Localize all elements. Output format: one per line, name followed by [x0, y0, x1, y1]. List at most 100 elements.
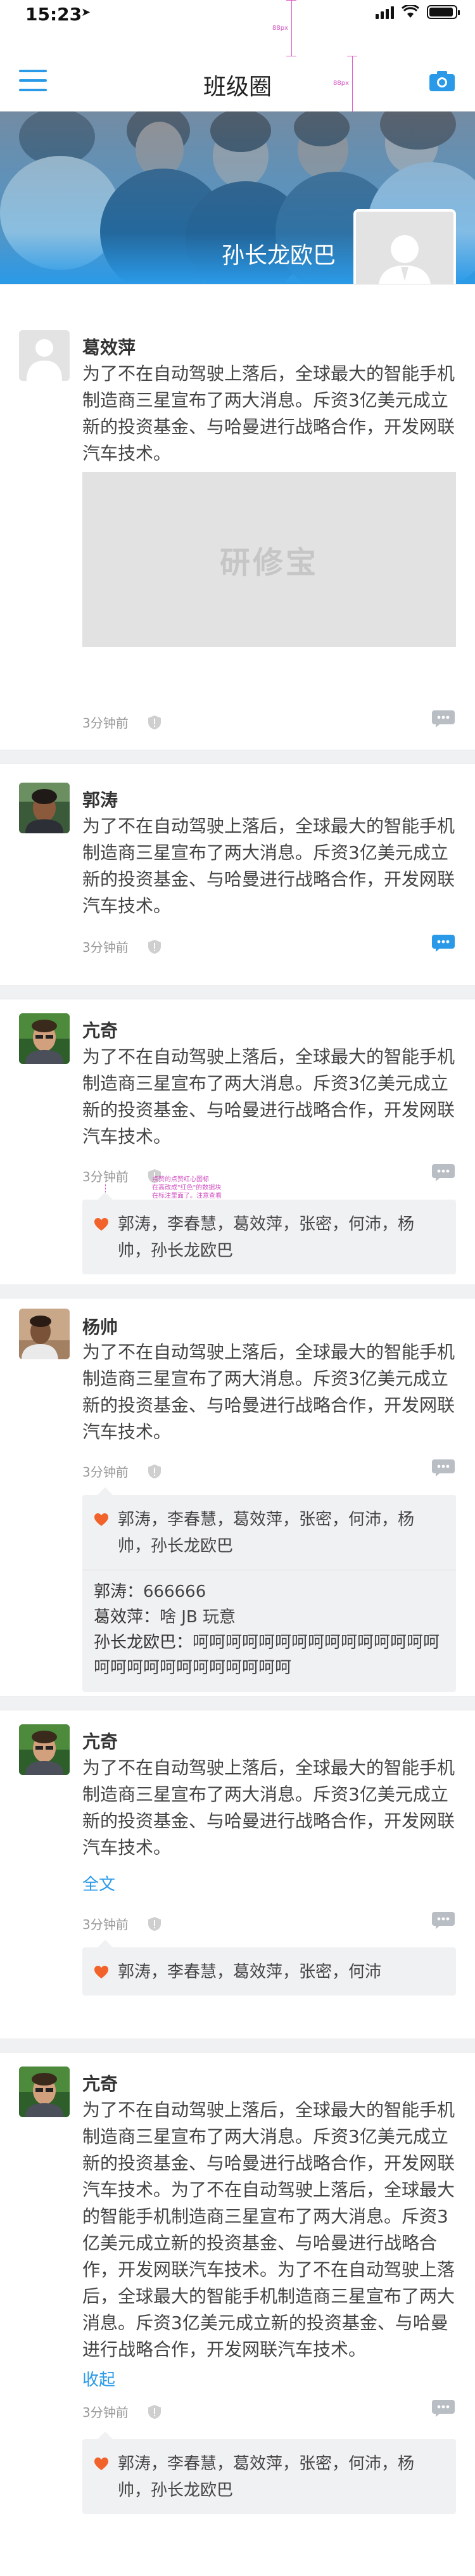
avatar[interactable] — [19, 1309, 70, 1359]
heart-icon[interactable] — [94, 1217, 109, 1231]
likes-names: 郭涛，李春慧，葛效萍，张密，何沛，杨帅，孙长龙欧巴 — [118, 1510, 415, 1556]
cellular-signal-icon — [376, 5, 394, 19]
commenter-name[interactable]: 葛效萍： — [94, 1608, 160, 1627]
comment-text: 啥 JB 玩意 — [160, 1608, 236, 1627]
post-content: 为了不在自动驾驶上落后，全球最大的智能手机制造商三星宣布了两大消息。斥资3亿美元… — [82, 363, 455, 464]
avatar[interactable] — [19, 330, 70, 381]
guide-label: 88px — [272, 25, 288, 32]
battery-icon — [427, 5, 460, 19]
location-arrow-icon: ➤ — [81, 6, 91, 19]
nav-bar: 班级圈 — [0, 25, 475, 112]
guide-label: 88px — [333, 80, 349, 87]
avatar[interactable] — [19, 1013, 70, 1064]
report-icon[interactable] — [148, 1464, 162, 1479]
heart-icon[interactable] — [94, 1965, 109, 1979]
comment-item[interactable]: 孙长龙欧巴：呵呵呵呵呵呵呵呵呵呵呵呵呵呵呵呵呵呵呵呵呵呵呵呵呵呵呵 — [94, 1630, 445, 1681]
post-meta: 3分钟前 — [82, 1167, 162, 1185]
status-bar: 15:23 ➤ — [0, 0, 475, 25]
default-avatar-icon — [378, 235, 431, 291]
guide-tick — [286, 0, 296, 1]
user-photo — [19, 783, 70, 833]
camera-icon[interactable] — [428, 70, 456, 93]
post-meta: 3分钟前 — [82, 937, 162, 956]
user-photo — [19, 1309, 70, 1359]
heart-icon[interactable] — [94, 1513, 109, 1527]
post-author[interactable]: 杨帅 — [82, 1314, 118, 1339]
interaction-box: 郭涛，李春慧，葛效萍，张密，何沛，杨帅，孙长龙欧巴 — [82, 2432, 456, 2514]
post-image[interactable]: 研修宝 — [82, 472, 456, 647]
likes-list: 郭涛，李春慧，葛效萍，张密，何沛，杨帅，孙长龙欧巴 — [82, 1200, 456, 1274]
feed-post: 亢奇 为了不在自动驾驶上落后，全球最大的智能手机制造商三星宣布了两大消息。斥资3… — [0, 999, 475, 1285]
post-time: 3分钟前 — [82, 940, 129, 955]
post-time: 3分钟前 — [82, 1917, 129, 1932]
comment-item[interactable]: 葛效萍：啥 JB 玩意 — [94, 1605, 445, 1630]
interaction-box: 郭涛，李春慧，葛效萍，张密，何沛，杨帅，孙长龙欧巴 — [82, 1192, 456, 1274]
likes-list: 郭涛，李春慧，葛效萍，张密，何沛 — [82, 1947, 456, 1996]
comment-text: 666666 — [143, 1582, 206, 1601]
likes-list: 郭涛，李春慧，葛效萍，张密，何沛，杨帅，孙长龙欧巴 — [82, 2439, 456, 2514]
guide-line — [291, 0, 292, 56]
post-author[interactable]: 亢奇 — [82, 2070, 118, 2096]
avatar[interactable] — [19, 783, 70, 833]
expand-full-text-link[interactable]: 全文 — [82, 1871, 115, 1895]
likes-list: 郭涛，李春慧，葛效萍，张密，何沛，杨帅，孙长龙欧巴 — [82, 1495, 456, 1570]
status-indicators — [376, 5, 460, 19]
user-photo — [19, 1013, 70, 1064]
user-photo — [19, 1724, 70, 1775]
comment-icon[interactable] — [431, 709, 456, 728]
post-content: 为了不在自动驾驶上落后，全球最大的智能手机制造商三星宣布了两大消息。斥资3亿美元… — [82, 1342, 455, 1442]
post-meta: 3分钟前 — [82, 713, 162, 731]
post-time: 3分钟前 — [82, 1169, 129, 1184]
comment-icon-active[interactable] — [431, 933, 456, 952]
post-time: 3分钟前 — [82, 1464, 129, 1480]
report-icon[interactable] — [148, 939, 162, 954]
guide-line — [352, 56, 353, 112]
feed-post: 葛效萍 为了不在自动驾驶上落后，全球最大的智能手机制造商三星宣布了两大消息。斥资… — [0, 284, 475, 750]
comment-icon[interactable] — [431, 1911, 456, 1930]
likes-names: 郭涛，李春慧，葛效萍，张密，何沛，杨帅，孙长龙欧巴 — [118, 2454, 415, 2500]
commenter-name[interactable]: 孙长龙欧巴： — [94, 1633, 193, 1652]
comment-icon[interactable] — [431, 1163, 456, 1182]
post-meta: 3分钟前 — [82, 1462, 162, 1480]
avatar[interactable] — [19, 2067, 70, 2117]
post-content: 为了不在自动驾驶上落后，全球最大的智能手机制造商三星宣布了两大消息。斥资3亿美元… — [82, 2099, 455, 2360]
status-time: 15:23 — [25, 4, 82, 25]
report-icon[interactable] — [148, 715, 162, 730]
post-content: 为了不在自动驾驶上落后，全球最大的智能手机制造商三星宣布了两大消息。斥资3亿美元… — [82, 816, 455, 916]
post-author[interactable]: 郭涛 — [82, 786, 118, 812]
comment-icon[interactable] — [431, 1458, 456, 1477]
post-content: 为了不在自动驾驶上落后，全球最大的智能手机制造商三星宣布了两大消息。斥资3亿美元… — [82, 1046, 455, 1147]
user-photo — [19, 2067, 70, 2117]
interaction-box: 郭涛，李春慧，葛效萍，张密，何沛 — [82, 1940, 456, 1996]
post-meta: 3分钟前 — [82, 1914, 162, 1933]
wifi-icon — [402, 5, 419, 18]
feed-post: 郭涛 为了不在自动驾驶上落后，全球最大的智能手机制造商三星宣布了两大消息。斥资3… — [0, 763, 475, 986]
report-icon[interactable] — [148, 1916, 162, 1932]
avatar[interactable] — [19, 1724, 70, 1775]
cover-user-name: 孙长龙欧巴 — [221, 243, 336, 269]
heart-icon[interactable] — [94, 2457, 109, 2471]
interaction-box: 郭涛，李春慧，葛效萍，张密，何沛，杨帅，孙长龙欧巴 郭涛：666666 葛效萍：… — [82, 1487, 456, 1692]
post-author[interactable]: 葛效萍 — [82, 334, 136, 359]
commenter-name[interactable]: 郭涛： — [94, 1582, 143, 1601]
feed-post: 亢奇 为了不在自动驾驶上落后，全球最大的智能手机制造商三星宣布了两大消息。斥资3… — [0, 1710, 475, 2039]
comments-list: 郭涛：666666 葛效萍：啥 JB 玩意 孙长龙欧巴：呵呵呵呵呵呵呵呵呵呵呵呵… — [82, 1570, 456, 1692]
post-author[interactable]: 亢奇 — [82, 1728, 118, 1753]
likes-names: 郭涛，李春慧，葛效萍，张密，何沛，杨帅，孙长龙欧巴 — [118, 1215, 415, 1260]
likes-names: 郭涛，李春慧，葛效萍，张密，何沛 — [118, 1963, 382, 1982]
post-content: 为了不在自动驾驶上落后，全球最大的智能手机制造商三星宣布了两大消息。斥资3亿美元… — [82, 1757, 455, 1858]
feed-post: 杨帅 为了不在自动驾驶上落后，全球最大的智能手机制造商三星宣布了两大消息。斥资3… — [0, 1298, 475, 1697]
design-annotation: 点赞的点赞红心图标 在高改成"红色"的数据块 在标注里面了。注意查看 — [152, 1176, 222, 1200]
comment-item[interactable]: 郭涛：666666 — [94, 1579, 445, 1605]
page-title: 班级圈 — [203, 74, 272, 100]
feed-post: 亢奇 为了不在自动驾驶上落后，全球最大的智能手机制造商三星宣布了两大消息。斥资3… — [0, 2052, 475, 2576]
post-time: 3分钟前 — [82, 2405, 129, 2420]
post-time: 3分钟前 — [82, 715, 129, 731]
report-icon[interactable] — [148, 2404, 162, 2419]
default-avatar-icon — [19, 330, 70, 381]
comment-icon[interactable] — [431, 2399, 456, 2418]
image-watermark: 研修宝 — [219, 545, 319, 580]
collapse-text-link[interactable]: 收起 — [82, 2367, 115, 2390]
post-author[interactable]: 亢奇 — [82, 1017, 118, 1042]
post-meta: 3分钟前 — [82, 2402, 162, 2421]
